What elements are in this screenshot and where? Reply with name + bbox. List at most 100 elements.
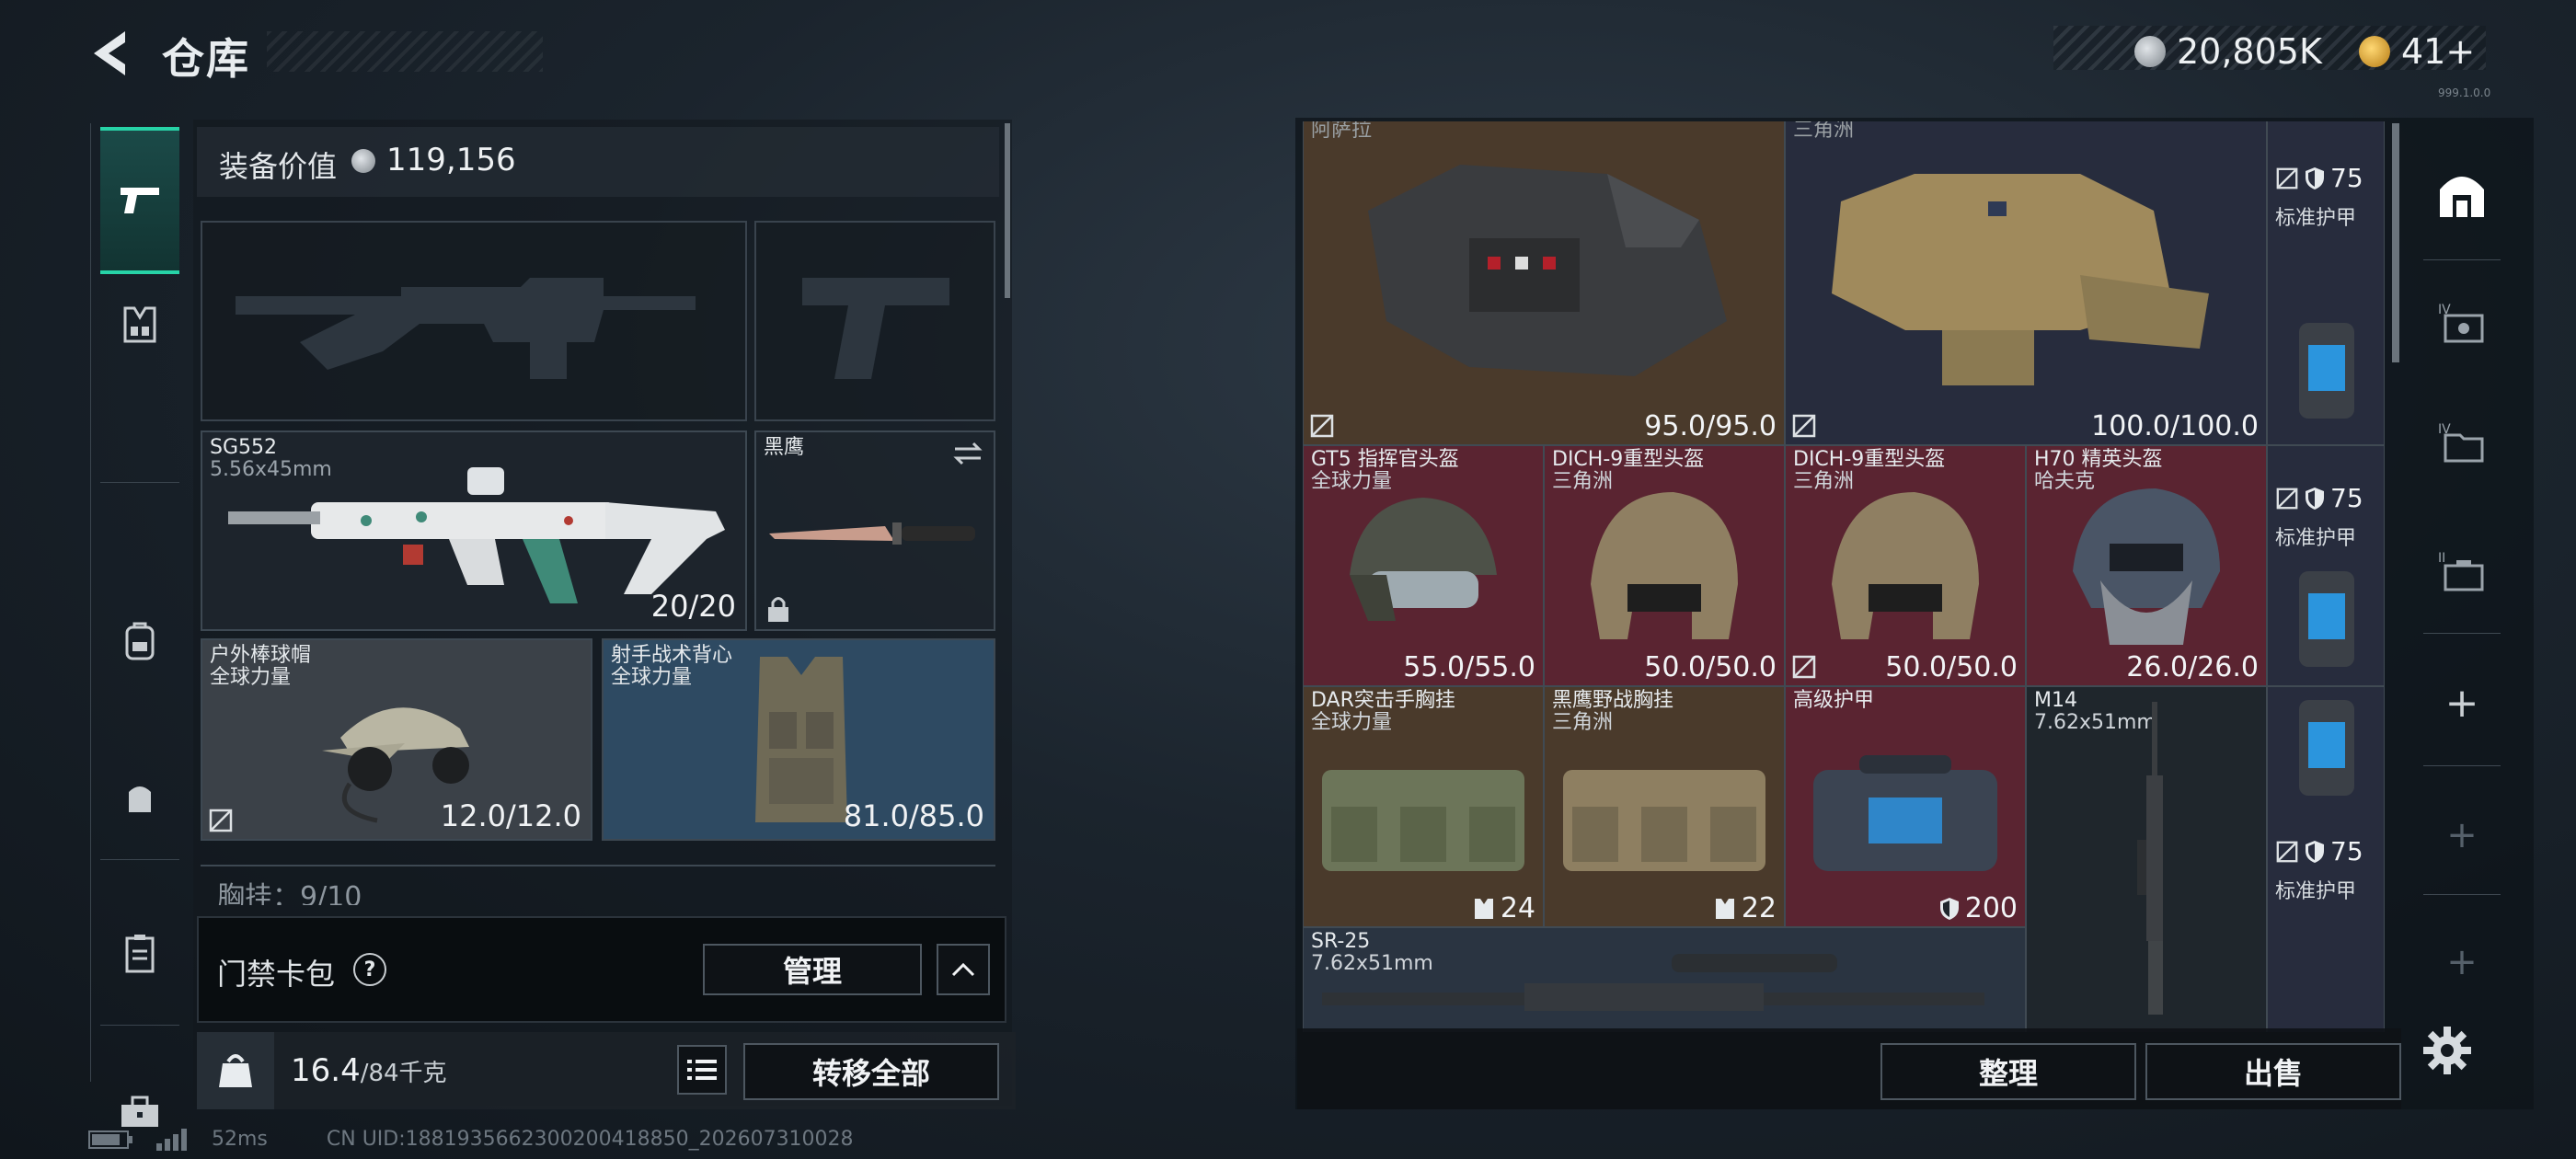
chest-rig-icon (1715, 898, 1734, 919)
armor-item-advanced[interactable]: 高级护甲 200 (1785, 686, 2026, 927)
lock-icon (768, 597, 788, 622)
armor-item-asara[interactable]: 阿萨拉 95.0/95.0 (1303, 121, 1785, 445)
side-item-armor-3[interactable]: 75 标准护甲 (2267, 686, 2385, 1032)
weapon-item-m14[interactable]: M14 7.62x51mm (2026, 686, 2267, 1032)
tab-stash-2[interactable]: II (2418, 526, 2506, 614)
uid-label: CN UID:1881935662300200418850_2026073100… (326, 1128, 854, 1151)
pistol-silhouette-icon (802, 278, 949, 379)
tab-stash-4b[interactable]: IV (2418, 397, 2506, 486)
item-durability: 50.0/50.0 (1885, 651, 2018, 683)
weight-max: /84千克 (360, 1060, 447, 1087)
gold-coin-icon (2359, 36, 2390, 67)
side-item-armor-2[interactable]: 75 标准护甲 (2267, 445, 2385, 686)
item-faction: 全球力量 (1311, 711, 1393, 734)
tab-stash-4a[interactable]: IV (2418, 278, 2506, 366)
knife-image (769, 522, 975, 545)
shield-icon (1939, 897, 1959, 920)
helmet-item-h70[interactable]: H70 精英头盔 哈夫克 26.0/26.0 (2026, 445, 2267, 686)
weapon-name: SG552 (210, 436, 278, 459)
list-icon (687, 1060, 717, 1080)
armor-item-delta[interactable]: 三角洲 100.0/100.0 (1785, 121, 2267, 445)
left-nav (90, 123, 188, 1127)
transfer-all-button[interactable]: 转移全部 (743, 1043, 999, 1100)
armor-slot[interactable]: 射手战术背心 全球力量 81.0/85.0 (602, 638, 995, 841)
tan-plate-carrier-image (1832, 174, 2209, 385)
tab-add-stash-locked-1[interactable]: + (2418, 791, 2506, 879)
helmet-item-gt5[interactable]: GT5 指挥官头盔 全球力量 55.0/55.0 (1303, 445, 1544, 686)
manage-button[interactable]: 管理 (703, 944, 922, 995)
rig-capacity: 24 (1473, 892, 1535, 924)
nav-weapon[interactable] (100, 127, 179, 274)
silver-coin-icon (351, 149, 375, 173)
advanced-armor-bag-image (1813, 755, 1997, 871)
primary-weapon-slot[interactable]: SG552 5.56x45mm 20/20 (201, 430, 747, 631)
h70-helmet-image (2073, 488, 2220, 645)
backpack-icon (125, 622, 155, 660)
toolcase-tab-icon: II (2438, 551, 2484, 591)
shield-icon (2306, 840, 2324, 863)
item-name: DAR突击手胸挂 (1311, 689, 1455, 712)
item-durability: 50.0/50.0 (1644, 651, 1777, 683)
tab-add-stash[interactable]: + (2418, 659, 2506, 747)
no-repair-icon (1792, 414, 1816, 438)
item-name: H70 精英头盔 (2034, 448, 2163, 471)
stash-tab-rail: IV IV II + + + (2405, 121, 2526, 1032)
status-bar: 52ms CN UID:1881935662300200418850_20260… (88, 1128, 854, 1151)
chest-rig-row[interactable]: 胸挂：9/10 (201, 865, 995, 905)
helmet-name: 户外棒球帽 (210, 644, 312, 667)
rifle-silhouette-icon (236, 278, 696, 379)
weapon-ammo: 20/20 (650, 589, 736, 624)
no-repair-icon (1792, 655, 1816, 679)
sell-button[interactable]: 出售 (2145, 1043, 2401, 1100)
svg-text:II: II (2438, 551, 2445, 566)
helmet-slot[interactable]: 户外棒球帽 全球力量 12.0/12.0 (201, 638, 592, 841)
empty-pistol-slot[interactable] (754, 221, 995, 421)
no-repair-icon (2276, 488, 2298, 509)
folder-tab-icon: IV (2438, 422, 2484, 463)
nav-case[interactable] (100, 914, 179, 993)
plus-icon: + (2444, 679, 2479, 727)
nav-pouch[interactable] (100, 758, 179, 837)
melee-slot[interactable]: 黑鹰 (754, 430, 995, 631)
plus-icon: + (2446, 941, 2478, 983)
armor-plate-image (2299, 700, 2354, 796)
dich9-helmet-image (1591, 492, 1738, 639)
helmet-item-dich9-a[interactable]: DICH-9重型头盔 三角洲 50.0/50.0 (1544, 445, 1785, 686)
side-item-armor-1[interactable]: 75 标准护甲 (2267, 121, 2385, 445)
item-name: 高级护甲 (1793, 689, 1875, 712)
list-view-button[interactable] (677, 1045, 727, 1095)
stash-scrollbar[interactable] (2392, 123, 2399, 362)
crate-tab-icon: IV (2438, 303, 2484, 343)
settings-button[interactable] (2421, 1025, 2473, 1076)
sort-button[interactable]: 整理 (1880, 1043, 2136, 1100)
item-durability: 26.0/26.0 (2126, 651, 2259, 683)
keycard-help-icon[interactable]: ? (353, 953, 386, 986)
item-durability: 55.0/55.0 (1403, 651, 1535, 683)
helmet-item-dich9-b[interactable]: DICH-9重型头盔 三角洲 50.0/50.0 (1785, 445, 2026, 686)
tab-main-stash[interactable] (2418, 149, 2506, 237)
back-arrow-icon[interactable] (88, 28, 134, 79)
tab-add-stash-locked-2[interactable]: + (2418, 918, 2506, 1006)
silver-currency[interactable]: 20,805K (2134, 31, 2322, 72)
toolbox-icon (121, 1096, 158, 1127)
no-repair-icon (2276, 841, 2298, 862)
equipment-scrollbar[interactable] (1005, 123, 1010, 298)
armor-type: 标准护甲 (2275, 527, 2357, 550)
weapon-item-sr25[interactable]: SR-25 7.62x51mm (1303, 927, 2026, 1032)
armor-level: 75 (2275, 836, 2363, 866)
rig-item-dar[interactable]: DAR突击手胸挂 全球力量 24 (1303, 686, 1544, 927)
case-icon (125, 935, 155, 973)
empty-rifle-slot[interactable] (201, 221, 747, 421)
armor-level: 75 (2275, 163, 2363, 193)
gold-currency[interactable]: 41+ (2359, 31, 2475, 72)
nav-backpack[interactable] (100, 602, 179, 681)
weight-icon-box (197, 1032, 274, 1109)
green-chest-rig-image (1322, 770, 1524, 871)
item-name: M14 (2034, 689, 2077, 712)
pouch-icon (129, 786, 151, 812)
nav-chest-rig[interactable] (100, 285, 179, 364)
rig-item-blackhawk[interactable]: 黑鹰野战胸挂 三角洲 22 (1544, 686, 1785, 927)
gt5-helmet-image (1350, 498, 1497, 621)
swap-icon[interactable] (951, 440, 984, 467)
collapse-button[interactable] (937, 944, 990, 995)
